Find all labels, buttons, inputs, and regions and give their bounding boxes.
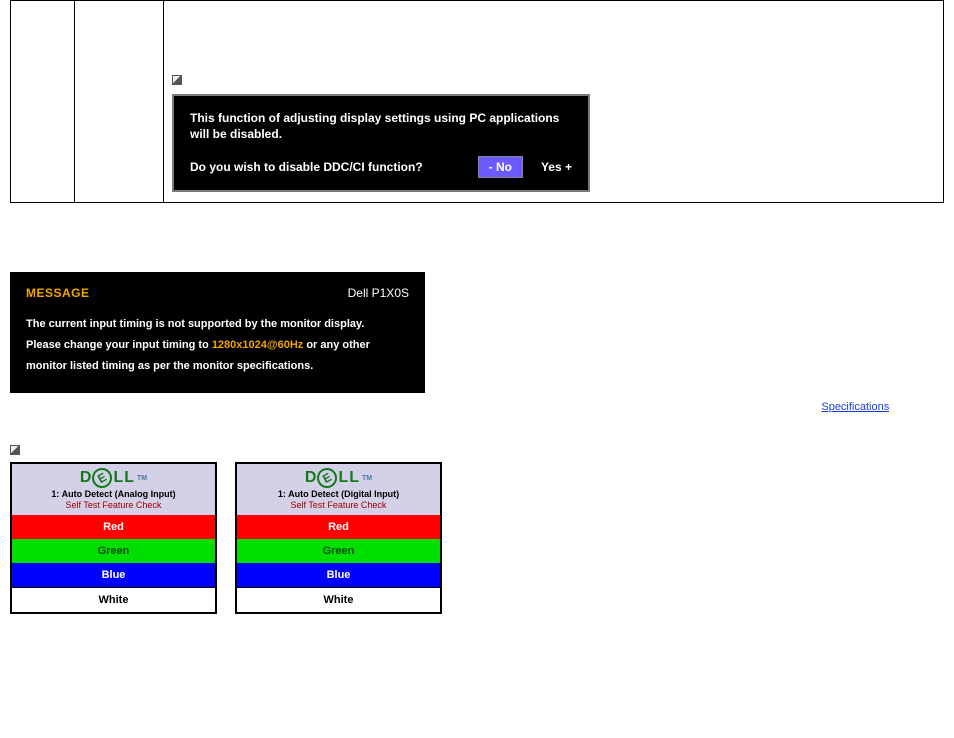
timing-warning-line2: Please change your input timing to 1280x… <box>26 335 409 356</box>
dell-logo: DELLTM <box>305 468 372 488</box>
specifications-link[interactable]: Specifications <box>821 401 889 413</box>
note-icon <box>172 75 182 85</box>
tm-mark: TM <box>137 475 147 482</box>
timing-warning-line1: The current input timing is not supporte… <box>26 314 409 335</box>
stfc-bar-blue: Blue <box>12 563 215 587</box>
timing-warning-title: MESSAGE <box>26 286 90 300</box>
ddcci-no-button[interactable]: - No <box>478 156 523 178</box>
stfc-bar-white: White <box>237 587 440 612</box>
timing-explain-a: This means that the monitor cannot synch… <box>10 401 821 413</box>
tm-mark: TM <box>362 475 372 482</box>
stfc-bar-white: White <box>12 587 215 612</box>
ddcci-confirm-dialog: This function of adjusting display setti… <box>172 94 590 192</box>
self-test-dialogs: DELLTM 1: Auto Detect (Analog Input) Sel… <box>10 462 944 614</box>
trailing-paragraph: Occasionally, no warning message appears… <box>10 624 944 636</box>
stfc-check-label: Self Test Feature Check <box>237 500 440 513</box>
note-text: The following warning message appears wh… <box>223 75 573 86</box>
stfc-note: NOTE: The floating 'Dell Self-test Featu… <box>10 445 944 456</box>
stfc-bar-blue: Blue <box>237 563 440 587</box>
ddcci-yes-button[interactable]: Yes + <box>541 160 572 174</box>
timing-warning-line3: monitor listed timing as per the monitor… <box>26 356 409 377</box>
stfc-check-label: Self Test Feature Check <box>12 500 215 513</box>
table-cell-spacer-b <box>75 1 164 203</box>
stfc-digital-sub: 1: Auto Detect (Digital Input) <box>237 489 440 499</box>
stfc-bar-green: Green <box>237 539 440 563</box>
timing-warning-model: Dell P1X0S <box>348 286 409 300</box>
ddcci-question: Do you wish to disable DDC/CI function? <box>190 160 478 174</box>
timing-warning-line2b: or any other <box>303 339 370 351</box>
note-icon <box>10 445 20 455</box>
dell-logo: DELLTM <box>80 468 147 488</box>
table-cell-ddcci: NOTE: The following warning message appe… <box>164 1 944 203</box>
stfc-analog-sub: 1: Auto Detect (Analog Input) <box>12 489 215 499</box>
table-cell-spacer-a <box>11 1 75 203</box>
stfc-bar-green: Green <box>12 539 215 563</box>
note-label: NOTE: <box>189 75 220 86</box>
timing-warning-dialog: MESSAGE Dell P1X0S The current input tim… <box>10 272 425 393</box>
ddcci-message: This function of adjusting display setti… <box>190 110 572 142</box>
timing-warning-explain: This means that the monitor cannot synch… <box>10 401 944 425</box>
ddcci-note: NOTE: The following warning message appe… <box>168 75 939 86</box>
osd-warning-intro: The following warning messages may appea… <box>10 254 944 266</box>
self-test-digital: DELLTM 1: Auto Detect (Digital Input) Se… <box>235 462 442 614</box>
stfc-note-text: The floating 'Dell Self-test Feature Che… <box>61 445 550 456</box>
stfc-bar-red: Red <box>12 515 215 539</box>
timing-warning-line2a: Please change your input timing to <box>26 339 212 351</box>
stfc-note-label: NOTE: <box>27 445 58 456</box>
recommended-timing: 1280x1024@60Hz <box>212 339 303 351</box>
self-test-analog: DELLTM 1: Auto Detect (Analog Input) Sel… <box>10 462 217 614</box>
stfc-bar-red: Red <box>237 515 440 539</box>
osd-options-table: NOTE: The following warning message appe… <box>10 0 944 203</box>
